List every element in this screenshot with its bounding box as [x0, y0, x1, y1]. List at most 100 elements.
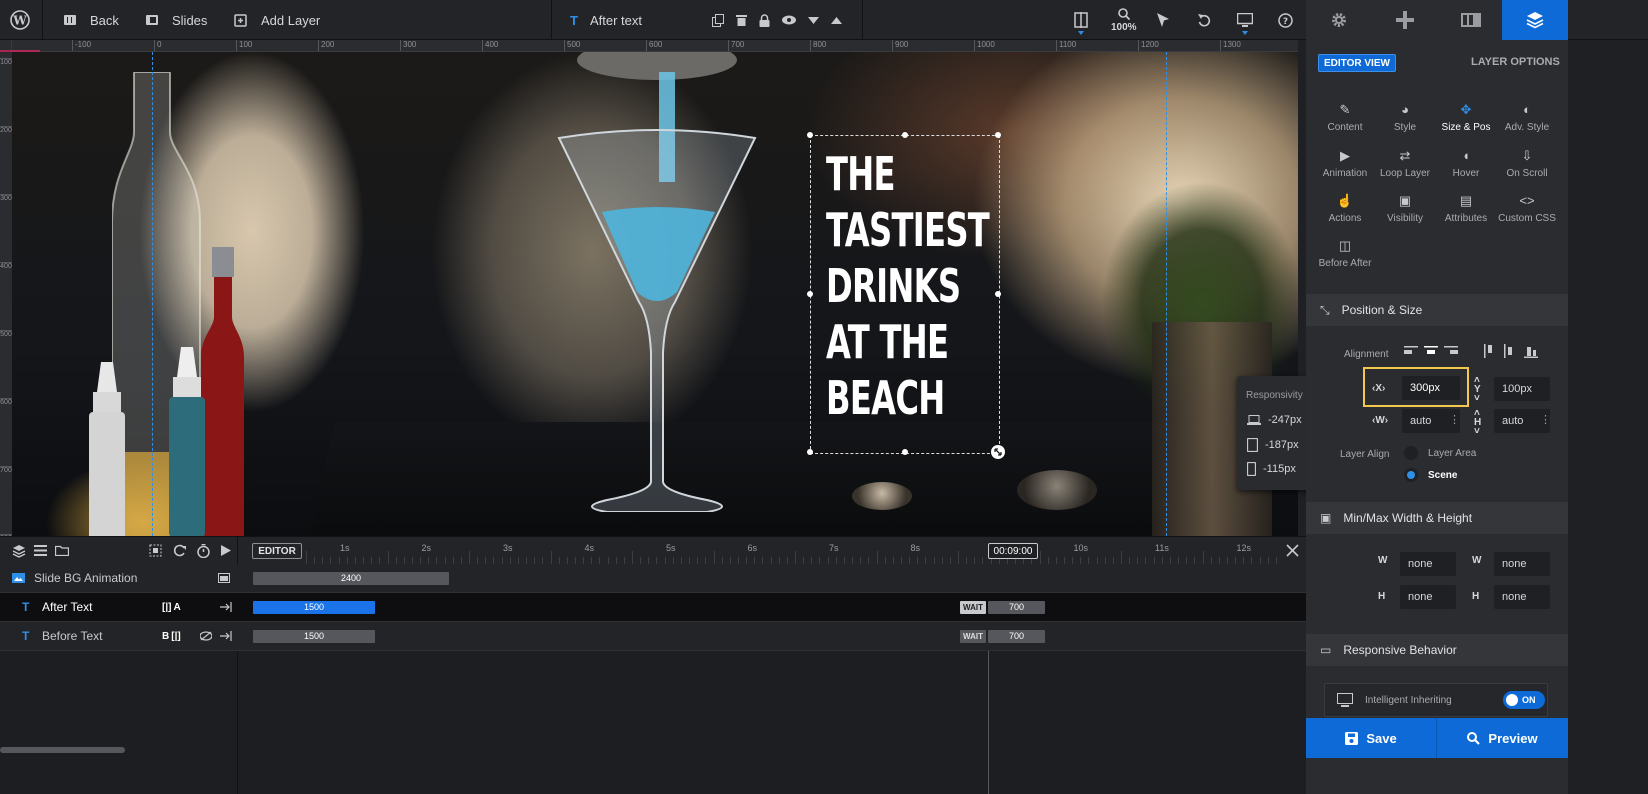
resize-handle[interactable]: [807, 291, 813, 297]
slides-button[interactable]: Slides: [146, 0, 207, 40]
option-custom-css[interactable]: <> Custom CSS: [1496, 193, 1558, 224]
timeline-out-bar[interactable]: 700: [988, 629, 1045, 643]
play-icon[interactable]: [221, 545, 231, 556]
timeline-bar[interactable]: 1500: [253, 600, 375, 614]
align-bottom-icon[interactable]: [1524, 344, 1538, 361]
editor-time-button[interactable]: EDITOR: [252, 543, 302, 559]
option-animation[interactable]: ▶ Animation: [1314, 148, 1376, 179]
loop-icon[interactable]: [173, 544, 186, 557]
folder-icon[interactable]: [55, 545, 69, 556]
section-position-size[interactable]: ⤡ Position & Size: [1306, 294, 1568, 326]
cursor-icon[interactable]: [1157, 0, 1169, 40]
resize-handle[interactable]: [902, 132, 908, 138]
timeline-row-before-text[interactable]: T Before Text B [|] 1500 WAIT 700: [0, 622, 1306, 651]
x-position-input[interactable]: 300px: [1402, 376, 1460, 400]
align-top-icon[interactable]: [1484, 344, 1498, 361]
save-button[interactable]: Save: [1306, 718, 1437, 758]
section-responsive[interactable]: ▭ Responsive Behavior: [1306, 634, 1568, 666]
resize-handle[interactable]: [807, 132, 813, 138]
option-adv-style[interactable]: ◐ Adv. Style: [1496, 102, 1558, 133]
arrow-right-icon[interactable]: [220, 631, 232, 641]
option-before-after[interactable]: ◫ Before After: [1314, 238, 1376, 269]
resize-handle[interactable]: [995, 291, 1001, 297]
timeline-bar[interactable]: 2400: [253, 571, 449, 585]
resize-handle[interactable]: [902, 449, 908, 455]
intelligent-inheriting-toggle[interactable]: ON: [1503, 691, 1545, 709]
y-position-input[interactable]: 100px: [1494, 377, 1550, 401]
timeline-row-after-text[interactable]: T After Text [|] A 1500 WAIT 700: [0, 593, 1306, 622]
back-button[interactable]: Back: [64, 0, 119, 40]
timeline-row-bg[interactable]: Slide BG Animation 2400: [0, 564, 1306, 593]
add-layer-button[interactable]: Add Layer: [234, 0, 320, 40]
top-toolbar: W Back Slides Add Layer T After text 100…: [0, 0, 1648, 40]
tab-settings[interactable]: [1306, 0, 1372, 40]
grid-select-icon[interactable]: [149, 544, 162, 557]
resize-handle[interactable]: [995, 132, 1001, 138]
tab-navigation[interactable]: [1372, 0, 1438, 40]
help-icon[interactable]: ?: [1278, 0, 1293, 40]
time-tick: 10s: [1073, 543, 1089, 553]
dropper-bottle-2: [167, 347, 207, 536]
min-height-input[interactable]: none: [1400, 585, 1456, 609]
option-on-scroll[interactable]: ⇩ On Scroll: [1496, 148, 1558, 179]
option-size-pos[interactable]: ✥ Size & Pos: [1435, 102, 1497, 133]
option-loop-layer[interactable]: ⇄ Loop Layer: [1374, 148, 1436, 179]
align-middle-icon[interactable]: [1504, 344, 1518, 361]
tab-layer-options[interactable]: [1502, 0, 1568, 40]
option-style[interactable]: ◕ Style: [1374, 102, 1436, 133]
option-visibility[interactable]: ▣ Visibility: [1374, 193, 1436, 224]
option-hover[interactable]: ◖ Hover: [1435, 148, 1497, 179]
duplicate-icon[interactable]: [712, 13, 724, 27]
align-right-icon[interactable]: [1444, 346, 1458, 361]
preview-button[interactable]: Preview: [1437, 718, 1568, 758]
wait-badge[interactable]: WAIT: [960, 629, 986, 643]
more-icon[interactable]: ⋮: [1449, 413, 1460, 426]
editor-view-button[interactable]: EDITOR VIEW: [1318, 54, 1396, 72]
layer-area-radio[interactable]: [1404, 446, 1418, 460]
option-content[interactable]: ✎ Content: [1314, 102, 1376, 133]
current-layer-name[interactable]: T After text: [570, 0, 642, 40]
responsivity-tablet[interactable]: -187px: [1247, 438, 1299, 452]
split-layer-badge[interactable]: B [|]: [162, 631, 181, 642]
playhead-time[interactable]: 00:09:00: [988, 543, 1038, 559]
option-attributes[interactable]: ▤ Attributes: [1435, 193, 1497, 224]
media-library-icon[interactable]: [218, 573, 230, 583]
resize-handle[interactable]: [807, 449, 813, 455]
more-icon[interactable]: ⋮: [1540, 413, 1551, 426]
responsivity-laptop[interactable]: -247px: [1247, 414, 1302, 426]
wait-badge[interactable]: WAIT: [960, 600, 986, 614]
responsivity-phone[interactable]: -115px: [1247, 462, 1296, 476]
move-up-icon[interactable]: [831, 16, 842, 24]
wordpress-logo-icon[interactable]: W: [10, 0, 30, 40]
timeline-bar[interactable]: 1500: [253, 629, 375, 643]
align-left-icon[interactable]: [1404, 346, 1418, 361]
close-icon[interactable]: [1286, 544, 1299, 557]
max-width-input[interactable]: none: [1494, 552, 1550, 576]
resize-corner-icon[interactable]: [991, 445, 1005, 459]
lock-icon[interactable]: [759, 13, 770, 27]
align-center-icon[interactable]: [1424, 346, 1438, 361]
eye-icon[interactable]: [782, 15, 796, 25]
tab-slide-options[interactable]: [1438, 0, 1504, 40]
hidden-eye-icon[interactable]: [200, 631, 212, 641]
min-height-icon: H: [1378, 591, 1386, 602]
horizontal-scrollbar[interactable]: [0, 747, 125, 753]
min-width-input[interactable]: none: [1400, 552, 1456, 576]
timer-icon[interactable]: [197, 544, 210, 558]
slide-headline-text[interactable]: THE TASTIEST DRINKS AT THE BEACH: [826, 146, 990, 426]
section-min-max[interactable]: ▣ Min/Max Width & Height: [1306, 502, 1568, 534]
timeline-out-bar[interactable]: 700: [988, 600, 1045, 614]
move-down-icon[interactable]: [808, 16, 819, 24]
layers-icon[interactable]: [12, 544, 26, 558]
trash-icon[interactable]: [736, 14, 747, 26]
max-height-input[interactable]: none: [1494, 585, 1550, 609]
scene-radio[interactable]: [1404, 468, 1418, 482]
split-layer-badge[interactable]: [|] A: [162, 602, 181, 613]
arrow-right-icon[interactable]: [220, 602, 232, 612]
list-icon[interactable]: [34, 545, 47, 556]
time-tick: 6s: [747, 543, 758, 553]
option-actions[interactable]: ☝ Actions: [1314, 193, 1376, 224]
undo-icon[interactable]: [1198, 0, 1211, 40]
zoom-control[interactable]: 100%: [1111, 0, 1137, 40]
slide-canvas[interactable]: [12, 52, 1298, 536]
